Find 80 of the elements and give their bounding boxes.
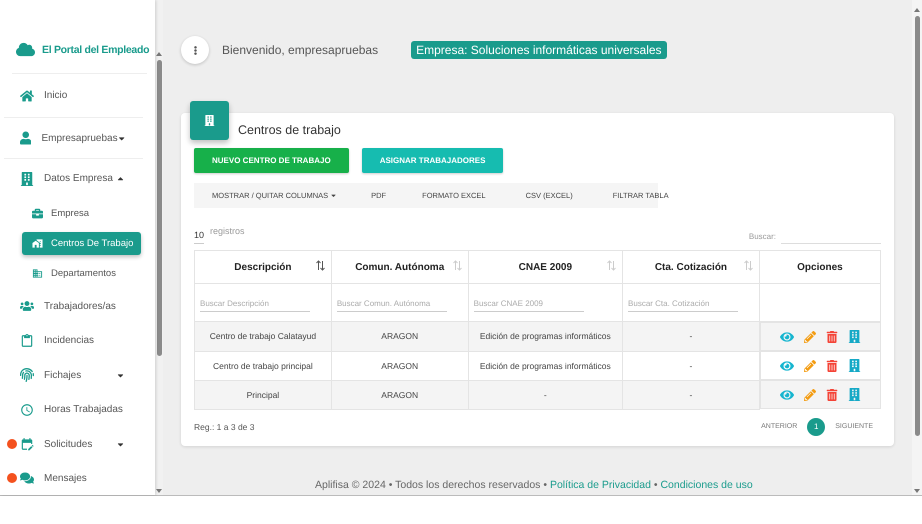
sidebar-item[interactable]: Solicitudes [4, 427, 143, 462]
filter-cell[interactable]: Buscar Cta. Cotización [622, 284, 760, 322]
card-title: Centros de trabajo [238, 123, 341, 137]
column-header[interactable]: Cta. Cotización [622, 250, 760, 284]
table-cell: Centro de trabajo principal [194, 351, 332, 380]
column-header[interactable]: Descripción [194, 250, 332, 284]
item-label: Incidencias [44, 335, 96, 346]
filter-cell[interactable] [759, 284, 880, 322]
sidebar-item[interactable]: Inicio [4, 74, 143, 118]
sidebar-item[interactable]: Empresapruebas [4, 118, 143, 159]
page-size-label: registros [210, 226, 245, 238]
table-cell: ARAGON [331, 351, 468, 380]
copyright-text: Aplifisa © 2024 • Todos los derechos reservados • [315, 479, 548, 491]
brand-title: El Portal del Empleado [42, 44, 150, 56]
table-cell: Edición de programas informáticos [468, 322, 623, 351]
buildings-icon[interactable] [848, 359, 861, 372]
table-cell: - [468, 380, 623, 409]
edit-icon[interactable] [804, 330, 816, 342]
edit-icon[interactable] [804, 388, 816, 400]
separator: • [654, 479, 658, 491]
item-label: Trabajadores/as [44, 300, 117, 312]
filter-cell[interactable]: Buscar Comun. Autónoma [331, 284, 468, 322]
table-cell: Edición de programas informáticos [468, 351, 623, 380]
buildings-icon[interactable] [848, 330, 861, 343]
building-icon [32, 268, 43, 280]
view-icon[interactable] [780, 330, 794, 344]
buildings-icon [20, 172, 34, 186]
sidebar-item[interactable]: Fichajes [4, 358, 143, 392]
delete-icon[interactable] [826, 330, 838, 342]
buildings-icon[interactable] [848, 388, 861, 401]
sidebar-item[interactable]: Incidencias [4, 324, 143, 358]
scrollbar[interactable] [912, 0, 922, 495]
scrollbar[interactable] [155, 0, 163, 495]
sort-icon[interactable] [316, 260, 325, 271]
item-label: Mensajes [44, 472, 88, 484]
item-label: Solicitudes [44, 438, 94, 450]
submenu-item[interactable]: Empresa [22, 198, 143, 229]
column-header[interactable]: CNAE 2009 [468, 250, 623, 284]
clipboard-icon [20, 334, 34, 348]
edit-icon[interactable] [804, 360, 816, 372]
menu-button[interactable] [181, 36, 209, 64]
filter-cell[interactable]: Buscar CNAE 2009 [468, 284, 623, 322]
clock-icon [20, 402, 34, 417]
house-icon [32, 238, 43, 250]
sidebar-item[interactable]: Trabajadores/as [4, 289, 143, 324]
view-icon[interactable] [780, 388, 794, 402]
table-cell: ARAGON [331, 322, 468, 351]
company-badge: Empresa: Soluciones informáticas universales [411, 41, 667, 59]
briefcase-icon [32, 208, 43, 219]
table-cell: Principal [194, 380, 332, 409]
table-cell: Centro de trabajo Calatayud [194, 322, 332, 351]
item-label: Empresapruebas [41, 132, 118, 144]
chat-icon [20, 471, 34, 486]
table-cell: ARAGON [331, 380, 468, 409]
delete-icon[interactable] [826, 360, 838, 372]
search-label: Buscar: [748, 232, 776, 241]
record-summary: Reg.: 1 a 3 de 3 [194, 422, 254, 432]
item-label: Horas Trabajadas [44, 404, 124, 416]
table-cell: - [622, 322, 760, 351]
table-cell: - [622, 351, 760, 380]
item-label: Fichajes [44, 370, 82, 381]
fingerprint-icon [20, 368, 34, 382]
home-icon [20, 88, 34, 103]
people-icon [20, 299, 34, 314]
sidebar-item[interactable]: Horas Trabajadas [4, 392, 143, 427]
column-header[interactable]: Comun. Autónoma [331, 250, 468, 284]
sidebar-item[interactable]: Mensajes [4, 462, 143, 495]
view-icon[interactable] [780, 358, 794, 372]
table-cell: - [622, 380, 760, 409]
person-icon [20, 131, 32, 146]
sidebar-item[interactable]: Datos Empresa [4, 158, 143, 198]
logo-icon [16, 40, 35, 59]
page-size-select[interactable]: 10 [194, 230, 204, 244]
welcome-text: Bienvenido, empresapruebas [222, 43, 378, 57]
submenu-item[interactable]: Departamentos [22, 258, 143, 289]
filter-cell[interactable]: Buscar Descripción [194, 284, 332, 322]
item-label: Datos Empresa [44, 173, 114, 184]
item-label: Inicio [44, 90, 68, 102]
calendar-icon [20, 437, 34, 452]
delete-icon[interactable] [826, 388, 838, 400]
